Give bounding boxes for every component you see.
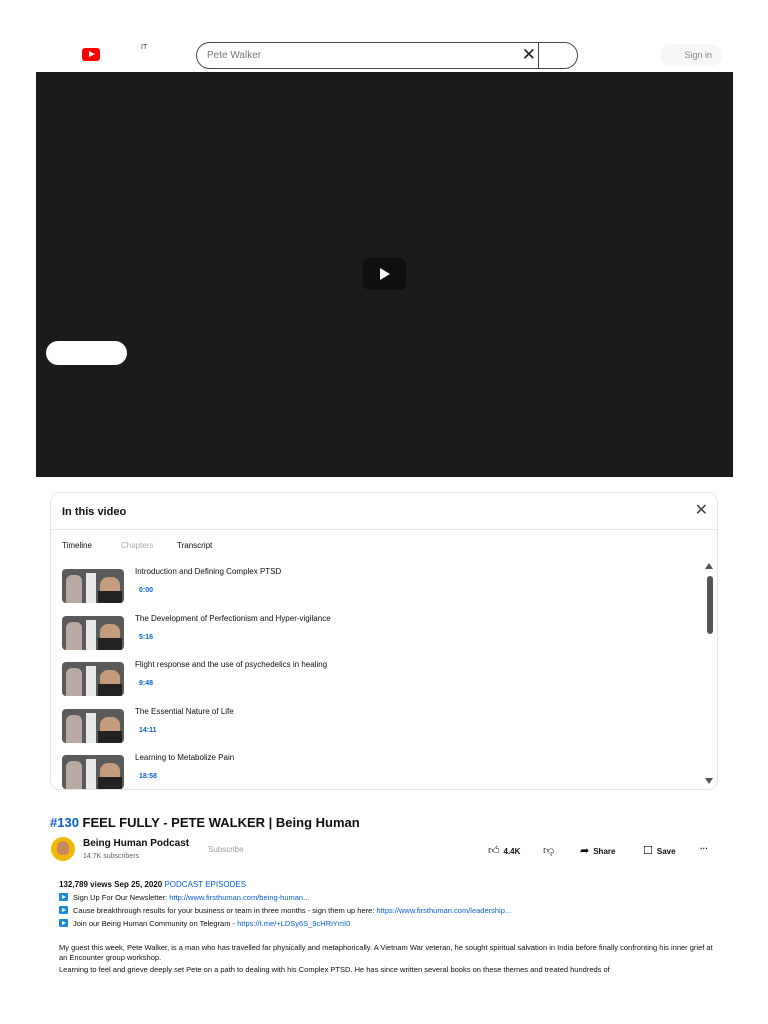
more-actions-button[interactable]: ··· — [700, 844, 708, 853]
chapter-thumbnail — [62, 662, 124, 696]
youtube-logo-icon[interactable] — [82, 48, 100, 61]
play-square-icon — [59, 919, 68, 927]
description-paragraph: My guest this week, Pete Walker, is a ma… — [59, 943, 713, 962]
more-icon: ··· — [700, 844, 708, 853]
share-label: Share — [593, 847, 616, 856]
channel-name[interactable]: Being Human Podcast — [83, 838, 189, 849]
tab-timeline[interactable]: Timeline — [62, 541, 92, 550]
leadership-link[interactable]: https://www.firsthuman.com/leadership... — [377, 906, 512, 915]
player-overlay-pill — [46, 341, 127, 365]
chapter-thumbnail — [62, 755, 124, 789]
title-text: FEEL FULLY - PETE WALKER | Being Human — [82, 815, 360, 830]
tab-chapters[interactable]: Chapters — [121, 541, 153, 550]
save-button[interactable]: ☐ Save — [643, 844, 676, 857]
chapter-title: The Development of Perfectionism and Hyp… — [135, 614, 331, 623]
upload-date: Sep 25, 2020 — [114, 880, 163, 889]
like-count: 4.4K — [503, 847, 521, 856]
chapter-item[interactable]: The Development of Perfectionism and Hyp… — [62, 614, 702, 654]
search-input[interactable]: Pete Walker ✕ — [196, 42, 540, 69]
play-square-icon — [59, 906, 68, 914]
dislike-button[interactable]: 👎︎ — [543, 844, 558, 857]
newsletter-link[interactable]: http://www.firsthuman.com/being-human... — [169, 893, 309, 902]
tab-transcript[interactable]: Transcript — [177, 541, 212, 550]
chapter-item[interactable]: Introduction and Defining Complex PTSD 0… — [62, 567, 702, 607]
sign-in-button[interactable]: Sign in — [660, 44, 722, 66]
share-button[interactable]: ➦ Share — [580, 844, 615, 857]
telegram-link[interactable]: https://t.me/+LDSy6S_9cHRiYmI0 — [237, 919, 350, 928]
bookmark-icon: ☐ — [643, 844, 653, 857]
thumbs-up-icon: 👍︎ — [488, 844, 500, 857]
description-paragraph: Learning to feel and grieve deeply set P… — [59, 965, 610, 974]
top-bar: IT Pete Walker ✕ Sign in — [0, 0, 768, 72]
chapter-title: Learning to Metabolize Pain — [135, 753, 235, 762]
in-this-video-panel: In this video ✕ Timeline Chapters Transc… — [50, 492, 718, 790]
scrollbar[interactable] — [707, 576, 713, 634]
chapter-item[interactable]: Learning to Metabolize Pain 18:58 — [62, 753, 702, 789]
save-label: Save — [656, 847, 676, 856]
chapter-time[interactable]: 5:16 — [139, 634, 153, 641]
chapter-thumbnail — [62, 569, 124, 603]
chapter-thumbnail — [62, 709, 124, 743]
subscriber-count: 14.7K subscribers — [83, 853, 140, 860]
scroll-up-icon[interactable] — [705, 563, 713, 569]
description-line: Join our Being Human Community on Telegr… — [59, 919, 350, 928]
divider — [51, 529, 717, 530]
chapter-time[interactable]: 9:48 — [139, 680, 153, 687]
like-button[interactable]: 👍︎ 4.4K — [488, 844, 520, 857]
video-title: #130 FEEL FULLY - PETE WALKER | Being Hu… — [50, 815, 360, 830]
chapter-thumbnail — [62, 616, 124, 650]
video-player[interactable] — [36, 72, 733, 477]
search-query: Pete Walker — [207, 50, 262, 61]
chapter-time[interactable]: 18:58 — [139, 773, 157, 780]
close-icon[interactable]: ✕ — [695, 501, 708, 519]
title-hashtag[interactable]: #130 — [50, 815, 79, 830]
chapter-title: The Essential Nature of Life — [135, 707, 234, 716]
clear-search-icon[interactable]: ✕ — [522, 45, 536, 65]
description-line: Sign Up For Our Newsletter: http://www.f… — [59, 893, 309, 902]
chapter-time[interactable]: 0:00 — [139, 587, 153, 594]
category-link[interactable]: PODCAST EPISODES — [164, 880, 246, 889]
panel-title: In this video — [62, 506, 127, 518]
subscribe-button[interactable]: Subscribe — [208, 845, 244, 854]
chapter-item[interactable]: The Essential Nature of Life 14:11 — [62, 707, 702, 747]
search-button[interactable] — [538, 42, 578, 69]
chapter-title: Flight response and the use of psychedel… — [135, 660, 328, 669]
chapter-time[interactable]: 14:11 — [139, 727, 157, 734]
description-line: Cause breakthrough results for your busi… — [59, 906, 511, 915]
play-square-icon — [59, 893, 68, 901]
chapter-title: Introduction and Defining Complex PTSD — [135, 567, 282, 576]
video-meta: 132,789 views Sep 25, 2020 PODCAST EPISO… — [59, 880, 246, 889]
scroll-down-icon[interactable] — [705, 778, 713, 784]
thumbs-down-icon: 👎︎ — [543, 844, 555, 857]
view-count: 132,789 views — [59, 880, 112, 889]
avatar[interactable] — [51, 837, 75, 861]
play-icon[interactable] — [363, 258, 406, 290]
share-icon: ➦ — [580, 844, 590, 857]
locale-label: IT — [141, 44, 148, 51]
chapter-item[interactable]: Flight response and the use of psychedel… — [62, 660, 702, 700]
